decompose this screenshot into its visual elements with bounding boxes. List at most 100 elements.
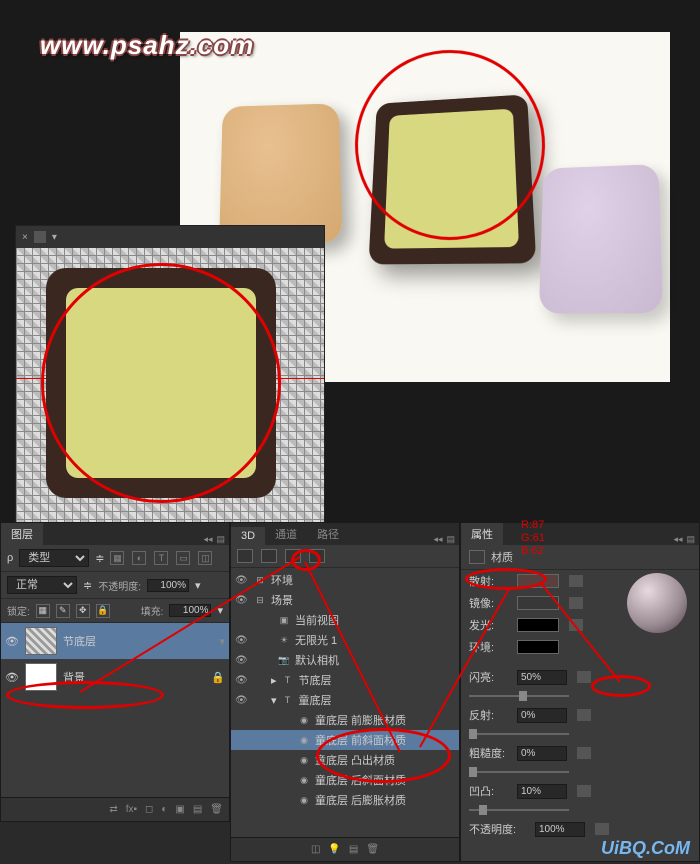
annotation-circle-materials [316, 728, 451, 783]
new-icon[interactable]: ▤ [193, 804, 202, 815]
rgb-annotation: R:87G:61B:62 [521, 519, 545, 558]
3d-item-light[interactable]: 👁☀无限光 1 [231, 630, 459, 650]
illum-map-icon[interactable] [569, 619, 583, 631]
lock-label: 锁定: [7, 603, 30, 618]
3d-filter-scene-icon[interactable] [237, 549, 253, 563]
light-icon[interactable]: 💡 [328, 844, 340, 855]
char-jie [539, 164, 663, 313]
3d-filter-toolbar [231, 545, 459, 568]
specular-map-icon[interactable] [569, 597, 583, 609]
properties-panel: R:87G:61B:62 属性 ◂◂▤ 材质 散射: 镜像: 发光: 环境: 闪… [460, 522, 700, 862]
fill-label: 填充: [141, 603, 164, 618]
filter-adjust-icon[interactable]: ◐ [132, 551, 146, 565]
opacity-label: 不透明度: [469, 821, 529, 837]
specular-label: 镜像: [469, 595, 511, 611]
3d-item-mat1[interactable]: ◉童底层 前膨胀材质 [231, 710, 459, 730]
render-icon[interactable]: ◫ [311, 844, 320, 855]
annotation-circle-layer [6, 681, 164, 709]
zoom-panel-header[interactable]: ×▾ [16, 226, 324, 248]
rough-slider[interactable] [469, 767, 569, 777]
zoom-content [16, 248, 324, 526]
diffuse-map-icon[interactable] [569, 575, 583, 587]
ambient-swatch[interactable] [517, 640, 559, 654]
layer-item-selected[interactable]: 👁 节底层 ▾ [1, 623, 229, 659]
3d-item-mat5[interactable]: ◉童底层 后膨胀材质 [231, 790, 459, 810]
tab-paths[interactable]: 路径 [307, 523, 349, 545]
rough-map-icon[interactable] [577, 747, 591, 759]
reflect-label: 反射: [469, 707, 511, 723]
filter-image-icon[interactable]: ▦ [110, 551, 124, 565]
material-preview-sphere[interactable] [627, 573, 687, 633]
bump-label: 凹凸: [469, 783, 511, 799]
layers-bottom-bar: ⇄ fx▪ ◻ ◐ ▣ ▤ 🗑 [1, 797, 229, 821]
illum-swatch[interactable] [517, 618, 559, 632]
3d-item-view[interactable]: ▣当前视图 [231, 610, 459, 630]
adjust-icon[interactable]: ◐ [161, 804, 167, 815]
trash-icon[interactable]: 🗑 [210, 804, 223, 815]
3d-item-env[interactable]: 👁⊞环境 [231, 570, 459, 590]
tab-channels[interactable]: 通道 [265, 523, 307, 545]
shine-map-icon[interactable] [577, 671, 591, 683]
props-header: 材质 [461, 545, 699, 570]
props-panel-tabs: 属性 ◂◂▤ [461, 523, 699, 545]
3d-filter-mesh-icon[interactable] [261, 549, 277, 563]
link-icon[interactable]: ⇄ [109, 804, 117, 815]
new3d-icon[interactable]: ▤ [349, 844, 358, 855]
3d-item-mesh1[interactable]: 👁▸T节底层 [231, 670, 459, 690]
mask-icon[interactable]: ◻ [145, 804, 153, 815]
shine-input[interactable] [517, 670, 567, 685]
lock-all-icon[interactable]: 🔒 [96, 604, 110, 618]
3d-item-mesh2[interactable]: 👁▾T童底层 [231, 690, 459, 710]
shine-label: 闪亮: [469, 669, 511, 685]
3d-item-scene[interactable]: 👁⊟场景 [231, 590, 459, 610]
trash3d-icon[interactable]: 🗑 [366, 844, 379, 855]
3d-panel: 3D 通道 路径 ◂◂▤ 👁⊞环境 👁⊟场景 ▣当前视图 👁☀无限光 1 👁📷默… [230, 522, 460, 862]
lock-trans-icon[interactable]: ▦ [36, 604, 50, 618]
reflect-map-icon[interactable] [577, 709, 591, 721]
group-icon[interactable]: ▣ [175, 804, 184, 815]
lock-paint-icon[interactable]: ✎ [56, 604, 70, 618]
tab-3d[interactable]: 3D [231, 527, 265, 545]
tab-properties[interactable]: 属性 [461, 523, 503, 545]
3d-bottom-bar: ◫ 💡 ▤ 🗑 [231, 837, 459, 861]
fx-icon[interactable]: fx▪ [126, 804, 137, 815]
filter-shape-icon[interactable]: ▭ [176, 551, 190, 565]
3d-panel-tabs: 3D 通道 路径 ◂◂▤ [231, 523, 459, 545]
layer-filter-type[interactable]: 类型 [19, 549, 89, 567]
material-icon [469, 550, 485, 564]
bump-map-icon[interactable] [577, 785, 591, 797]
3d-item-camera[interactable]: 👁📷默认相机 [231, 650, 459, 670]
opacity-map-icon[interactable] [595, 823, 609, 835]
zoom-preview-panel: ×▾ [15, 225, 325, 525]
bump-slider[interactable] [469, 805, 569, 815]
visibility-icon[interactable]: 👁 [5, 635, 19, 648]
visibility-icon[interactable]: 👁 [5, 671, 19, 684]
tab-layers[interactable]: 图层 [1, 523, 43, 545]
lock-move-icon[interactable]: ✥ [76, 604, 90, 618]
filter-smart-icon[interactable]: ◫ [198, 551, 212, 565]
fill-input[interactable] [169, 604, 211, 617]
layer-name: 节底层 [63, 633, 96, 649]
watermark-bottom: UiBQ.CoM [601, 838, 690, 859]
opacity-label: 不透明度: [98, 578, 141, 593]
ambient-label: 环境: [469, 639, 511, 655]
annotation-circle-shine [591, 675, 651, 697]
reflect-slider[interactable] [469, 729, 569, 739]
shine-slider[interactable] [469, 691, 569, 701]
blend-mode-select[interactable]: 正常 [7, 576, 77, 594]
filter-text-icon[interactable]: T [154, 551, 168, 565]
opacity-input[interactable] [535, 822, 585, 837]
rough-label: 粗糙度: [469, 745, 511, 761]
rough-input[interactable] [517, 746, 567, 761]
opacity-input[interactable] [147, 579, 189, 592]
layers-panel-tabs: 图层 ◂◂▤ [1, 523, 229, 545]
specular-swatch[interactable] [517, 596, 559, 610]
reflect-input[interactable] [517, 708, 567, 723]
annotation-circle-zoom [41, 263, 281, 503]
props-title: 材质 [491, 549, 513, 565]
canvas-area: www.psahz.com ×▾ [0, 0, 700, 522]
layer-thumb[interactable] [25, 627, 57, 655]
annotation-circle-filter [291, 549, 321, 571]
bump-input[interactable] [517, 784, 567, 799]
illum-label: 发光: [469, 617, 511, 633]
